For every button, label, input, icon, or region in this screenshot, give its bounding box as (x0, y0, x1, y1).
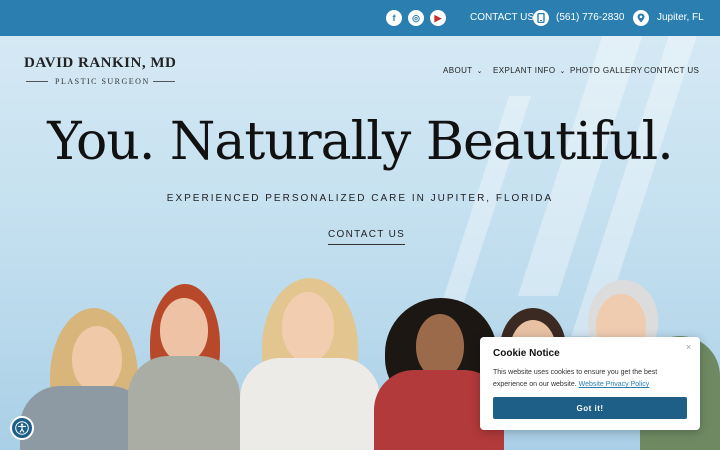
map-pin-icon (633, 10, 649, 26)
facebook-icon[interactable]: f (386, 10, 402, 26)
phone-link[interactable]: (561) 776-2830 (556, 12, 624, 23)
cookie-notice: × Cookie Notice This website uses cookie… (480, 337, 700, 430)
youtube-glyph: ▶ (434, 12, 442, 23)
phone-icon (533, 10, 549, 26)
hero-contact-button[interactable]: CONTACT US (328, 229, 406, 245)
chevron-down-icon: ⌄ (476, 68, 483, 75)
nav-item-about[interactable]: ABOUT ⌄ (443, 66, 483, 75)
logo-name: DAVID RANKIN, MD (24, 55, 177, 71)
nav-item-explant-info[interactable]: EXPLANT INFO ⌄ (493, 66, 566, 75)
accessibility-icon[interactable] (10, 416, 34, 440)
nav-item-label: PHOTO GALLERY (570, 66, 643, 75)
cookie-accept-button[interactable]: Got it! (493, 397, 687, 419)
cookie-title: Cookie Notice (493, 348, 560, 359)
facebook-glyph: f (392, 13, 396, 23)
logo-subtitle: PLASTIC SURGEON (55, 77, 150, 86)
logo-divider (153, 81, 175, 82)
instagram-glyph: ◎ (412, 12, 420, 23)
nav-item-photo-gallery[interactable]: PHOTO GALLERY (570, 66, 643, 75)
nav-item-label: ABOUT (443, 66, 473, 75)
privacy-policy-link[interactable]: Website Privacy Policy (579, 381, 650, 388)
logo-divider (26, 81, 48, 82)
chevron-down-icon: ⌄ (559, 68, 566, 75)
instagram-icon[interactable]: ◎ (408, 10, 424, 26)
youtube-icon[interactable]: ▶ (430, 10, 446, 26)
hero-tagline: EXPERIENCED PERSONALIZED CARE IN JUPITER… (166, 193, 554, 204)
hero-headline: You. Naturally Beautiful. (47, 112, 673, 172)
top-bar: f ◎ ▶ CONTACT US (561) 776-2830 Jupiter,… (0, 0, 720, 36)
close-icon[interactable]: × (686, 342, 691, 352)
location-link[interactable]: Jupiter, FL (657, 12, 704, 23)
nav-item-label: CONTACT US (644, 66, 700, 75)
cookie-text: This website uses cookies to ensure you … (493, 367, 693, 391)
nav-item-contact-us[interactable]: CONTACT US (644, 66, 699, 75)
topbar-contact-link[interactable]: CONTACT US (470, 12, 534, 23)
nav-item-label: EXPLANT INFO (493, 66, 556, 75)
